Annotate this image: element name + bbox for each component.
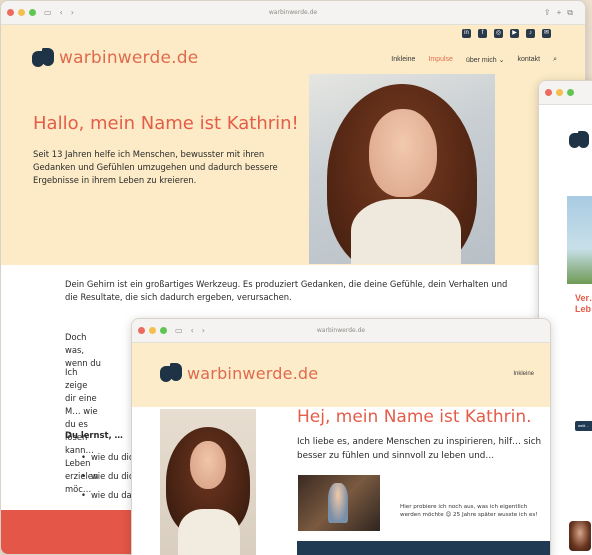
- logo-text: warbinwerde.de: [59, 48, 199, 68]
- page-title: Hej, mein Name ist Kathrin.: [297, 407, 532, 427]
- window-controls[interactable]: [7, 9, 36, 16]
- screenshot-stage: ▭ ‹ › warbinwerde.de ⇪ + ⧉ in f ◎ ▶ ♪ ✉: [0, 0, 592, 555]
- minimize-button[interactable]: [149, 327, 156, 334]
- window-controls[interactable]: [138, 327, 167, 334]
- portrait-photo: [309, 74, 495, 264]
- back-icon[interactable]: ‹: [191, 326, 194, 335]
- back-icon[interactable]: ‹: [60, 8, 63, 17]
- dark-banner: [297, 541, 550, 555]
- photo-caption: Hier probiere ich noch aus, was ich eige…: [400, 504, 538, 518]
- site-logo[interactable]: warbinwerde.de: [160, 363, 318, 383]
- intro-text: Ich liebe es, andere Menschen zu inspiri…: [297, 437, 542, 461]
- address-bar[interactable]: warbinwerde.de: [269, 9, 317, 16]
- toolbar-icons: ▭ ‹ ›: [175, 326, 205, 335]
- portrait-photo: [160, 409, 256, 555]
- browser-window-front: ▭ ‹ › warbinwerde.de warbinwerde.de Inkl…: [131, 318, 551, 555]
- search-icon[interactable]: ⌕: [553, 56, 557, 64]
- browser-toolbar: ▭ ‹ › warbinwerde.de: [132, 319, 550, 343]
- nav-item-kontakt[interactable]: kontakt: [518, 56, 541, 64]
- read-more-button[interactable]: weit…: [575, 421, 592, 431]
- intro-paragraph: Dein Gehirn ist ein großartiges Werkzeug…: [65, 279, 508, 302]
- logo-icon: [160, 363, 184, 383]
- logo-icon[interactable]: [569, 131, 591, 149]
- close-button[interactable]: [138, 327, 145, 334]
- page-title: Hallo, mein Name ist Kathrin!: [33, 113, 299, 134]
- hero-section: warbinwerde.de Inkleine: [132, 343, 550, 407]
- sidebar-icon[interactable]: ▭: [44, 8, 52, 17]
- facebook-icon[interactable]: f: [478, 29, 487, 38]
- avatar: [569, 521, 591, 551]
- mail-icon[interactable]: ✉: [542, 29, 551, 38]
- forward-icon[interactable]: ›: [202, 326, 205, 335]
- browser-toolbar: ▭ ‹ › warbinwerde.de ⇪ + ⧉: [1, 1, 585, 25]
- zoom-button[interactable]: [567, 89, 574, 96]
- nav-item-impulse[interactable]: Impulse: [428, 56, 453, 64]
- new-tab-icon[interactable]: +: [557, 8, 562, 18]
- toolbar-icons: ▭ ‹ ›: [44, 8, 74, 17]
- address-bar[interactable]: warbinwerde.de: [317, 327, 365, 334]
- nav-item-inkleine[interactable]: Inkleine: [391, 56, 415, 64]
- sidebar-icon[interactable]: ▭: [175, 326, 183, 335]
- minimize-button[interactable]: [18, 9, 25, 16]
- instagram-icon[interactable]: ◎: [494, 29, 503, 38]
- tiktok-icon[interactable]: ♪: [526, 29, 535, 38]
- linkedin-icon[interactable]: in: [462, 29, 471, 38]
- close-button[interactable]: [7, 9, 14, 16]
- toolbar-right: ⇪ + ⧉: [544, 8, 573, 18]
- close-button[interactable]: [545, 89, 552, 96]
- tabs-icon[interactable]: ⧉: [567, 8, 573, 18]
- hero-intro: Seit 13 Jahren helfe ich Menschen, bewus…: [33, 149, 278, 185]
- hero-section: in f ◎ ▶ ♪ ✉ warbinwerde.de Inkleine Imp…: [1, 25, 585, 265]
- youtube-icon[interactable]: ▶: [510, 29, 519, 38]
- article-image: [567, 196, 592, 284]
- nav-item-inkleine[interactable]: Inkleine: [513, 371, 534, 377]
- logo-text: warbinwerde.de: [187, 363, 319, 383]
- logo-icon: [32, 48, 56, 68]
- social-links: in f ◎ ▶ ♪ ✉: [462, 29, 551, 38]
- childhood-photo: [298, 475, 380, 531]
- nav-item-ueber-mich[interactable]: über mich ⌄: [466, 56, 505, 64]
- minimize-button[interactable]: [556, 89, 563, 96]
- zoom-button[interactable]: [160, 327, 167, 334]
- browser-toolbar: [539, 81, 592, 105]
- article-title[interactable]: Ver… Leb…: [575, 293, 592, 315]
- question-paragraph: Doch was, wenn du: [65, 332, 101, 368]
- forward-icon[interactable]: ›: [71, 8, 74, 17]
- zoom-button[interactable]: [29, 9, 36, 16]
- window-controls[interactable]: [545, 89, 574, 96]
- main-nav: Inkleine Impulse über mich ⌄ kontakt ⌕: [391, 56, 557, 64]
- share-icon[interactable]: ⇪: [544, 8, 551, 18]
- site-logo[interactable]: warbinwerde.de: [32, 48, 198, 68]
